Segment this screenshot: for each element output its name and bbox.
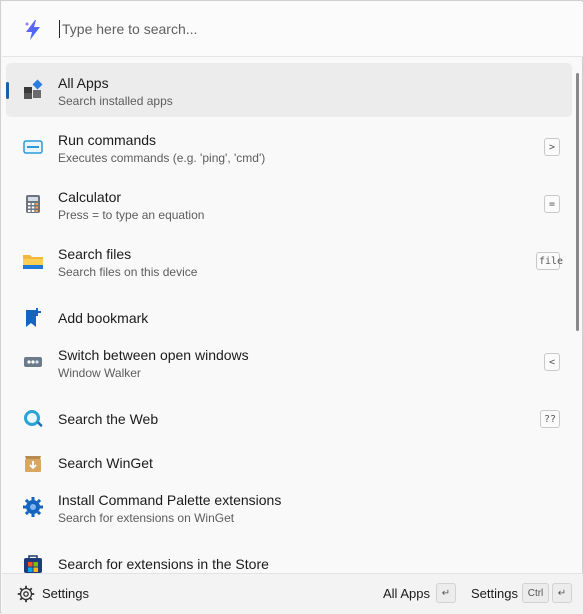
item-title: Add bookmark bbox=[58, 310, 149, 326]
item-subtitle: Search installed apps bbox=[58, 94, 173, 108]
shortcut-badge: file bbox=[536, 252, 563, 270]
more-actions-button[interactable]: Settings bbox=[471, 586, 518, 601]
terminal-icon bbox=[23, 140, 43, 154]
item-title: Search for extensions in the Store bbox=[58, 556, 269, 572]
item-subtitle: Executes commands (e.g. 'ping', 'cmd') bbox=[58, 151, 266, 165]
results-list: All Apps Search installed apps Run comma… bbox=[2, 59, 572, 573]
command-palette-icon bbox=[25, 20, 40, 40]
item-subtitle: Search files on this device bbox=[58, 265, 198, 279]
list-item-window-walker[interactable]: Switch between open windows Window Walke… bbox=[6, 335, 572, 389]
item-title: Search files bbox=[58, 246, 132, 262]
search-bar bbox=[2, 2, 583, 57]
item-title: All Apps bbox=[58, 75, 109, 91]
bookmark-add-icon bbox=[26, 308, 41, 327]
shortcut-badge: ?? bbox=[540, 410, 560, 428]
command-palette-window: All Apps Search installed apps Run comma… bbox=[0, 0, 583, 614]
item-subtitle: Window Walker bbox=[58, 366, 141, 380]
folder-icon bbox=[23, 255, 43, 269]
item-title: Search the Web bbox=[58, 411, 159, 427]
settings-link[interactable]: Settings bbox=[42, 586, 89, 601]
window-walker-icon bbox=[24, 357, 42, 367]
item-title: Calculator bbox=[58, 189, 122, 205]
list-item-calculator[interactable]: Calculator Press = to type an equation = bbox=[6, 177, 572, 231]
ctrl-key-badge: Ctrl bbox=[522, 583, 549, 603]
web-search-icon bbox=[24, 410, 43, 427]
footer-bar: Settings All Apps ↵ Settings Ctrl ↵ bbox=[2, 573, 583, 614]
winget-icon bbox=[25, 456, 41, 472]
item-subtitle: Search for extensions on WinGet bbox=[58, 511, 235, 525]
item-title: Install Command Palette extensions bbox=[58, 492, 282, 508]
item-title: Search WinGet bbox=[58, 455, 153, 471]
store-icon bbox=[24, 555, 42, 573]
shortcut-badge: > bbox=[544, 138, 560, 156]
search-input[interactable] bbox=[58, 17, 542, 41]
enter-key-badge-2: ↵ bbox=[552, 583, 572, 603]
list-item-install-extensions[interactable]: Install Command Palette extensions Searc… bbox=[6, 480, 572, 534]
all-apps-icon bbox=[24, 79, 43, 99]
scrollbar-thumb[interactable] bbox=[576, 73, 579, 331]
list-item-search-files[interactable]: Search files Search files on this device… bbox=[6, 234, 572, 288]
shortcut-badge: = bbox=[544, 195, 560, 213]
shortcut-badge: < bbox=[544, 353, 560, 371]
item-subtitle: Press = to type an equation bbox=[58, 208, 205, 222]
list-item-store-extensions[interactable]: Search for extensions in the Store bbox=[6, 537, 572, 573]
item-title: Switch between open windows bbox=[58, 347, 249, 363]
gear-icon[interactable] bbox=[17, 585, 35, 603]
primary-action-button[interactable]: All Apps bbox=[383, 586, 430, 601]
selection-indicator bbox=[6, 82, 9, 99]
list-item-run-commands[interactable]: Run commands Executes commands (e.g. 'pi… bbox=[6, 120, 572, 174]
enter-key-badge: ↵ bbox=[436, 583, 456, 603]
calculator-icon bbox=[26, 195, 40, 213]
list-item-all-apps[interactable]: All Apps Search installed apps bbox=[6, 63, 572, 117]
item-title: Run commands bbox=[58, 132, 157, 148]
extension-gear-icon bbox=[23, 497, 43, 517]
